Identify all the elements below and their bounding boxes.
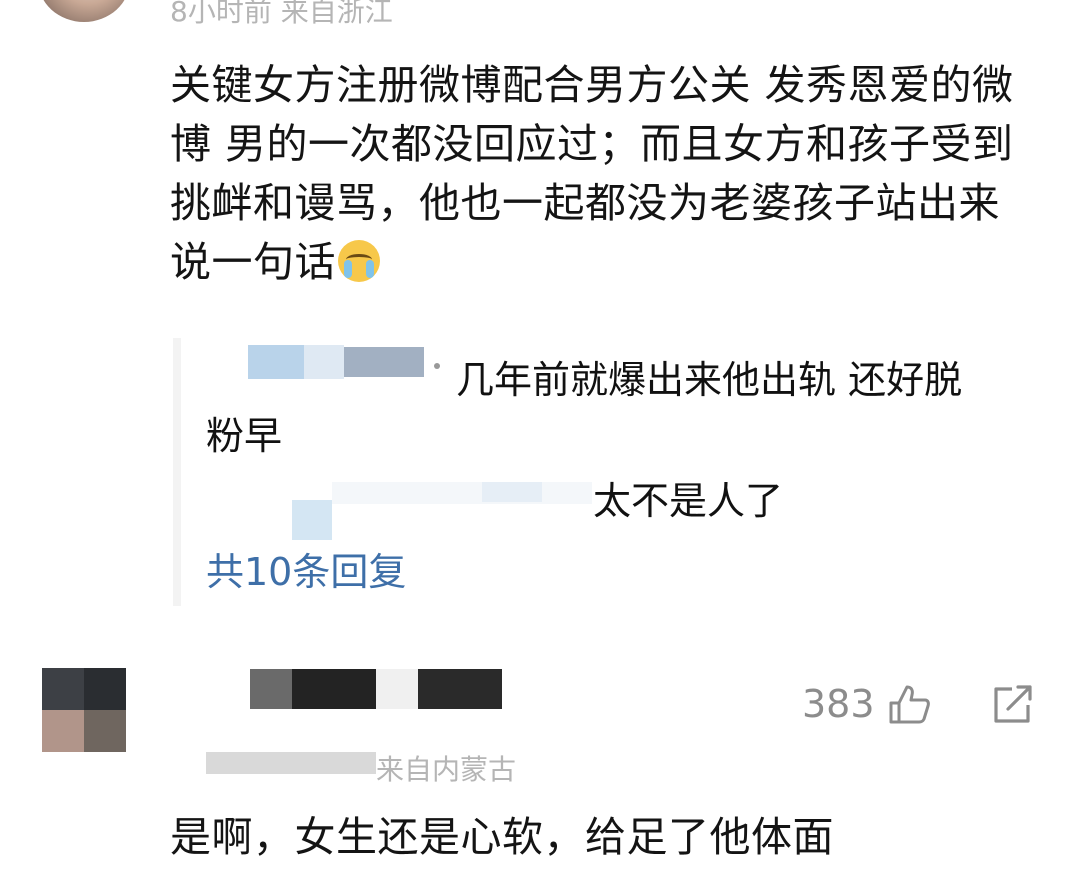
like-count: 383: [802, 682, 875, 726]
comment-text-content: 关键女方注册微博配合男方公关 发秀恩爱的微博 男的一次都没回应过；而且女方和孩子…: [170, 61, 1014, 286]
view-more-replies-link[interactable]: 共10条回复: [206, 545, 406, 599]
share-icon[interactable]: [992, 685, 1034, 725]
reply-thread-bar: [173, 338, 181, 606]
reply-username-redacted: [208, 343, 444, 381]
comment-text: 关键女方注册微博配合男方公关 发秀恩爱的微博 男的一次都没回应过；而且女方和孩子…: [170, 56, 1030, 292]
comment-meta: 来自内蒙古: [376, 753, 517, 786]
reply-username-redacted: [292, 472, 592, 542]
reply-text-continued: 粉早: [206, 414, 283, 458]
avatar[interactable]: [42, 668, 126, 752]
thumbs-up-icon[interactable]: [888, 683, 932, 725]
comment-meta-time-redacted: [170, 752, 376, 774]
crying-face-emoji-icon: [338, 240, 380, 282]
avatar[interactable]: [38, 0, 130, 22]
username-redacted: [250, 669, 502, 709]
comment-meta: 8小时前 来自浙江: [170, 0, 393, 28]
comment-text: 是啊，女生还是心软，给足了他体面: [170, 813, 834, 861]
reply-text: 几年前就爆出来他出轨 还好脱: [456, 358, 963, 402]
reply-text: 太不是人了: [593, 479, 784, 523]
